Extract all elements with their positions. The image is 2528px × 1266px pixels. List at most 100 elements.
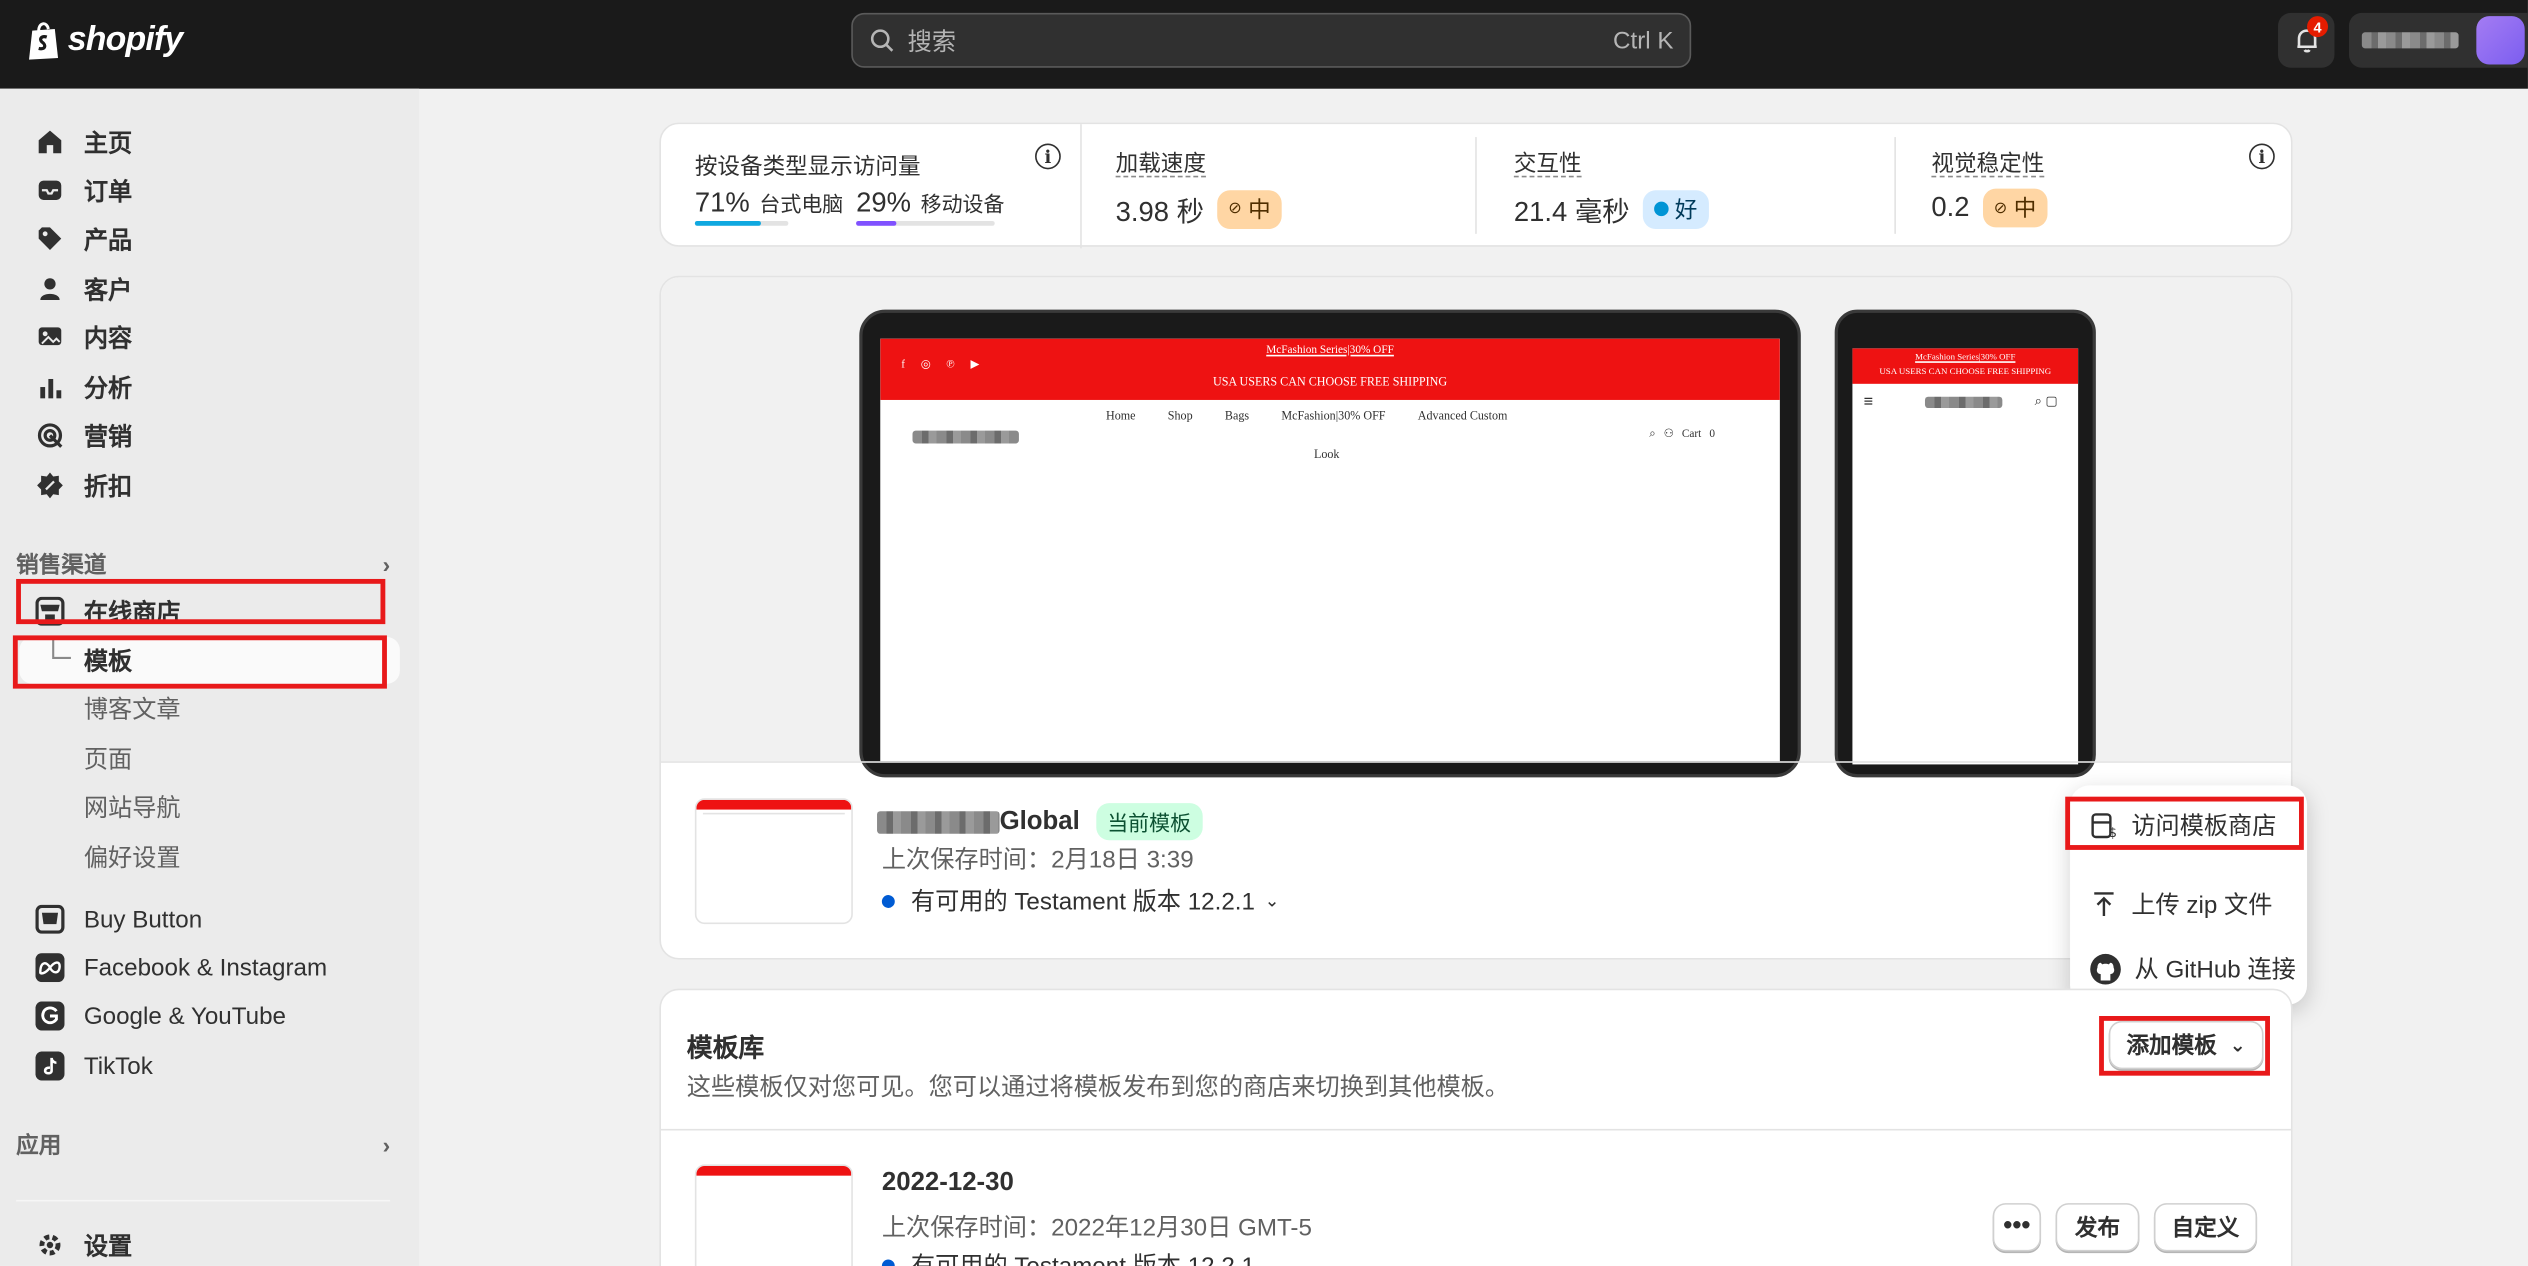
- customize-button[interactable]: 自定义: [2153, 1203, 2258, 1252]
- sidebar-subitem-navigation[interactable]: 网站导航: [84, 787, 181, 826]
- rating-text: 好: [1674, 195, 1698, 222]
- current-theme-card: McFashion Series|30% OFF USA USERS CAN C…: [659, 275, 2293, 960]
- target-icon: [35, 421, 64, 450]
- shopify-logo[interactable]: shopify: [26, 19, 183, 61]
- notification-badge: 4: [2307, 16, 2329, 38]
- desktop-pct: 71%: [694, 187, 750, 218]
- store-logo-redacted: [912, 430, 1019, 444]
- info-icon[interactable]: i: [2249, 143, 2275, 170]
- search-icon: [870, 29, 894, 52]
- update-dot-icon: [881, 894, 895, 908]
- more-actions-button[interactable]: •••: [1992, 1203, 2042, 1252]
- brand-name: shopify: [67, 20, 184, 59]
- shipping-text: USA USERS CAN CHOOSE FREE SHIPPING: [1879, 367, 2052, 378]
- theme-name-redacted: [877, 810, 1000, 833]
- announcement-bar: McFashion Series|30% OFF USA USERS CAN C…: [880, 338, 1780, 400]
- avatar: [2476, 16, 2525, 65]
- sidebar-subitem-preferences[interactable]: 偏好设置: [84, 837, 181, 876]
- sidebar-item-content[interactable]: 内容: [35, 314, 132, 359]
- divider: [1475, 137, 1477, 234]
- hamburger-icon: ≡: [1863, 393, 1874, 412]
- visual-value: 0.2: [1931, 191, 1970, 223]
- store-nav-item: Bags: [1224, 408, 1250, 423]
- menu-label: 从 GitHub 连接: [2134, 956, 2296, 984]
- sidebar-item-tiktok[interactable]: TikTok: [35, 1043, 153, 1088]
- moderate-icon: ⊘: [1993, 199, 2008, 217]
- google-icon: [35, 1001, 65, 1031]
- ellipsis-icon: •••: [2003, 1212, 2031, 1241]
- menu-upload-zip[interactable]: 上传 zip 文件: [2089, 887, 2272, 921]
- mobile-bar-track: [856, 220, 995, 226]
- sidebar-item-customers[interactable]: 客户: [35, 266, 132, 311]
- cart-label: Cart: [1681, 427, 1702, 441]
- sidebar-item-label: 订单: [83, 178, 133, 206]
- bar-chart-icon: [35, 373, 64, 402]
- sales-channels-header[interactable]: 销售渠道 ›: [16, 548, 390, 580]
- metrics-card: 按设备类型显示访问量 71% 台式电脑 29% 移动设备 i 加载速度 3.98…: [659, 122, 2293, 249]
- sidebar-item-marketing[interactable]: 营销: [35, 413, 132, 458]
- visual-stability-metric: 视觉稳定性 0.2 ⊘ 中: [1931, 150, 2048, 228]
- store-nav-item: McFashion|30% OFF: [1281, 408, 1386, 423]
- announcement-text: McFashion Series|30% OFF: [1266, 343, 1394, 357]
- sidebar-item-orders[interactable]: 订单: [35, 168, 132, 213]
- divider: [661, 761, 2291, 763]
- sidebar-item-settings[interactable]: 设置: [35, 1222, 132, 1266]
- info-icon[interactable]: i: [1035, 143, 1061, 170]
- search-placeholder: 搜索: [907, 28, 957, 56]
- sidebar-subitem-pages[interactable]: 页面: [84, 739, 132, 778]
- thumb-line: [702, 812, 845, 815]
- sidebar-item-analytics[interactable]: 分析: [35, 364, 132, 409]
- interact-value: 21.4 毫秒: [1513, 196, 1630, 228]
- announcement-text: McFashion Series|30% OFF: [1915, 353, 2016, 363]
- interactivity-metric: 交互性 21.4 毫秒 好: [1513, 150, 1709, 229]
- theme-library-card: 模板库 这些模板仅对您可见。您可以通过将模板发布到您的商店来切换到其他模板。 2…: [659, 988, 2293, 1266]
- desktop-bar: [694, 220, 762, 226]
- search-icon: ⌕: [1649, 427, 1656, 441]
- publish-button[interactable]: 发布: [2055, 1203, 2140, 1252]
- search-input[interactable]: 搜索 Ctrl K: [851, 12, 1692, 68]
- sidebar-item-label: 内容: [83, 324, 133, 353]
- chevron-down-icon: ⌄: [1264, 891, 1280, 912]
- sidebar-item-discounts[interactable]: 折扣: [35, 463, 132, 508]
- interact-label[interactable]: 交互性: [1513, 150, 1582, 178]
- account-menu[interactable]: [2348, 12, 2528, 68]
- rating-badge: 好: [1642, 189, 1709, 229]
- mobile-pct: 29%: [856, 187, 911, 218]
- tag-icon: [35, 224, 64, 253]
- sidebar-item-google[interactable]: Google & YouTube: [35, 993, 286, 1038]
- sidebar-item-products[interactable]: 产品: [35, 216, 132, 261]
- rating-badge: ⊘ 中: [1982, 188, 2048, 228]
- menu-label: 上传 zip 文件: [2131, 891, 2273, 920]
- theme-update-notice[interactable]: 有可用的 Testament 版本 12.2.1 ⌄: [881, 884, 1280, 918]
- chevron-down-icon: ⌄: [1264, 1256, 1280, 1266]
- sidebar-item-home[interactable]: 主页: [35, 119, 132, 164]
- sidebar-item-label: 客户: [83, 276, 133, 304]
- library-theme-saved: 上次保存时间：2022年12月30日 GMT-5: [881, 1214, 1312, 1242]
- sidebar-item-buy-button[interactable]: Buy Button: [35, 897, 202, 942]
- highlight-online-store: [16, 578, 386, 625]
- store-logo-redacted: [1924, 396, 2003, 409]
- social-icons: f ◎ ℗ ▶: [901, 358, 986, 371]
- desktop-label: 台式电脑: [759, 191, 844, 217]
- github-icon: [2090, 953, 2121, 984]
- menu-github-connect[interactable]: 从 GitHub 连接: [2089, 951, 2296, 985]
- theme-thumbnail[interactable]: [694, 1164, 853, 1266]
- theme-thumbnail[interactable]: [694, 798, 853, 925]
- update-text: 有可用的 Testament 版本 12.2.1: [911, 1248, 1255, 1266]
- sidebar-item-facebook[interactable]: Facebook & Instagram: [35, 945, 327, 990]
- mobile-header-icons: ⌕ ▢: [2034, 393, 2058, 409]
- library-theme-update[interactable]: 有可用的 Testament 版本 12.2.1 ⌄: [881, 1248, 1280, 1266]
- thumb-header: [696, 799, 852, 810]
- rating-text: 中: [2013, 195, 2037, 221]
- cart-count: 0: [1709, 427, 1716, 441]
- divider: [1080, 124, 1082, 249]
- sidebar-subitem-blog[interactable]: 博客文章: [84, 689, 181, 728]
- store-header-icons: ⌕ ⚇ Cart 0: [1649, 427, 1715, 442]
- load-label[interactable]: 加载速度: [1115, 150, 1206, 178]
- visual-label[interactable]: 视觉稳定性: [1931, 150, 2045, 178]
- rating-text: 中: [1248, 195, 1271, 222]
- notifications-button[interactable]: 4: [2278, 12, 2335, 68]
- sidebar-item-label: Google & YouTube: [83, 1002, 286, 1030]
- apps-header[interactable]: 应用 ›: [16, 1129, 390, 1161]
- chevron-right-icon: ›: [382, 1132, 391, 1158]
